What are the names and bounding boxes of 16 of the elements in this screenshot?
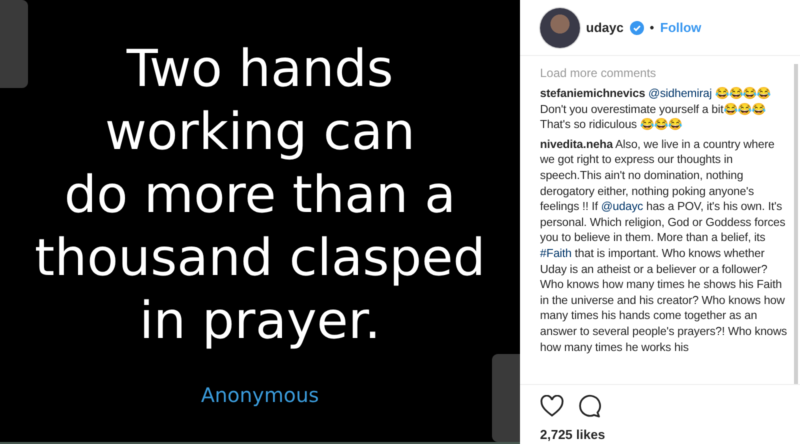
scrollbar[interactable]	[794, 64, 798, 384]
commenter-username-link[interactable]: stefaniemichnevics	[540, 87, 646, 100]
avatar[interactable]	[540, 8, 580, 48]
comment-text: nivedita.neha Also, we live in a country where we got right to express our thoughts in speech.This ain't no domination, nothing derogatory either, nothing poking anyone's feelings !! If @udayc has a POV, it's his own. It's personal. Which religion, God or Goddess forces you to believe in them. More than a belief, its #Faith that is important. Who knows whether Uday is an atheist or a believer or a follower? Who knows how many times he shows his Faith in the universe and his creator? Who knows how many times his hands come together as an answer to several people's prayers?! Who knows how many times he works his	[540, 136, 788, 356]
mention-link[interactable]: @udayc	[601, 200, 644, 214]
like-heart-icon[interactable]	[540, 395, 564, 417]
comment-text: stefaniemichnevics @sidhemiraj 😂😂😂😂 Don't you overestimate yourself a bit😂😂😂 That's so ridiculous 😂😂😂	[540, 86, 772, 133]
mention-link[interactable]: @sidhemiraj	[648, 87, 712, 100]
separator-dot: •	[650, 20, 654, 35]
hashtag-link[interactable]: #Faith	[540, 246, 572, 260]
commenter-username-link[interactable]: nivedita.neha	[540, 138, 613, 151]
quote-author: Anonymous	[201, 383, 319, 407]
comment-icon[interactable]	[578, 394, 602, 418]
quote-text: Two hands working can do more than a thousand clasped in prayer.	[34, 39, 486, 353]
likes-count: 2,725 likes	[540, 427, 606, 442]
username-link[interactable]: udayc	[586, 20, 624, 35]
